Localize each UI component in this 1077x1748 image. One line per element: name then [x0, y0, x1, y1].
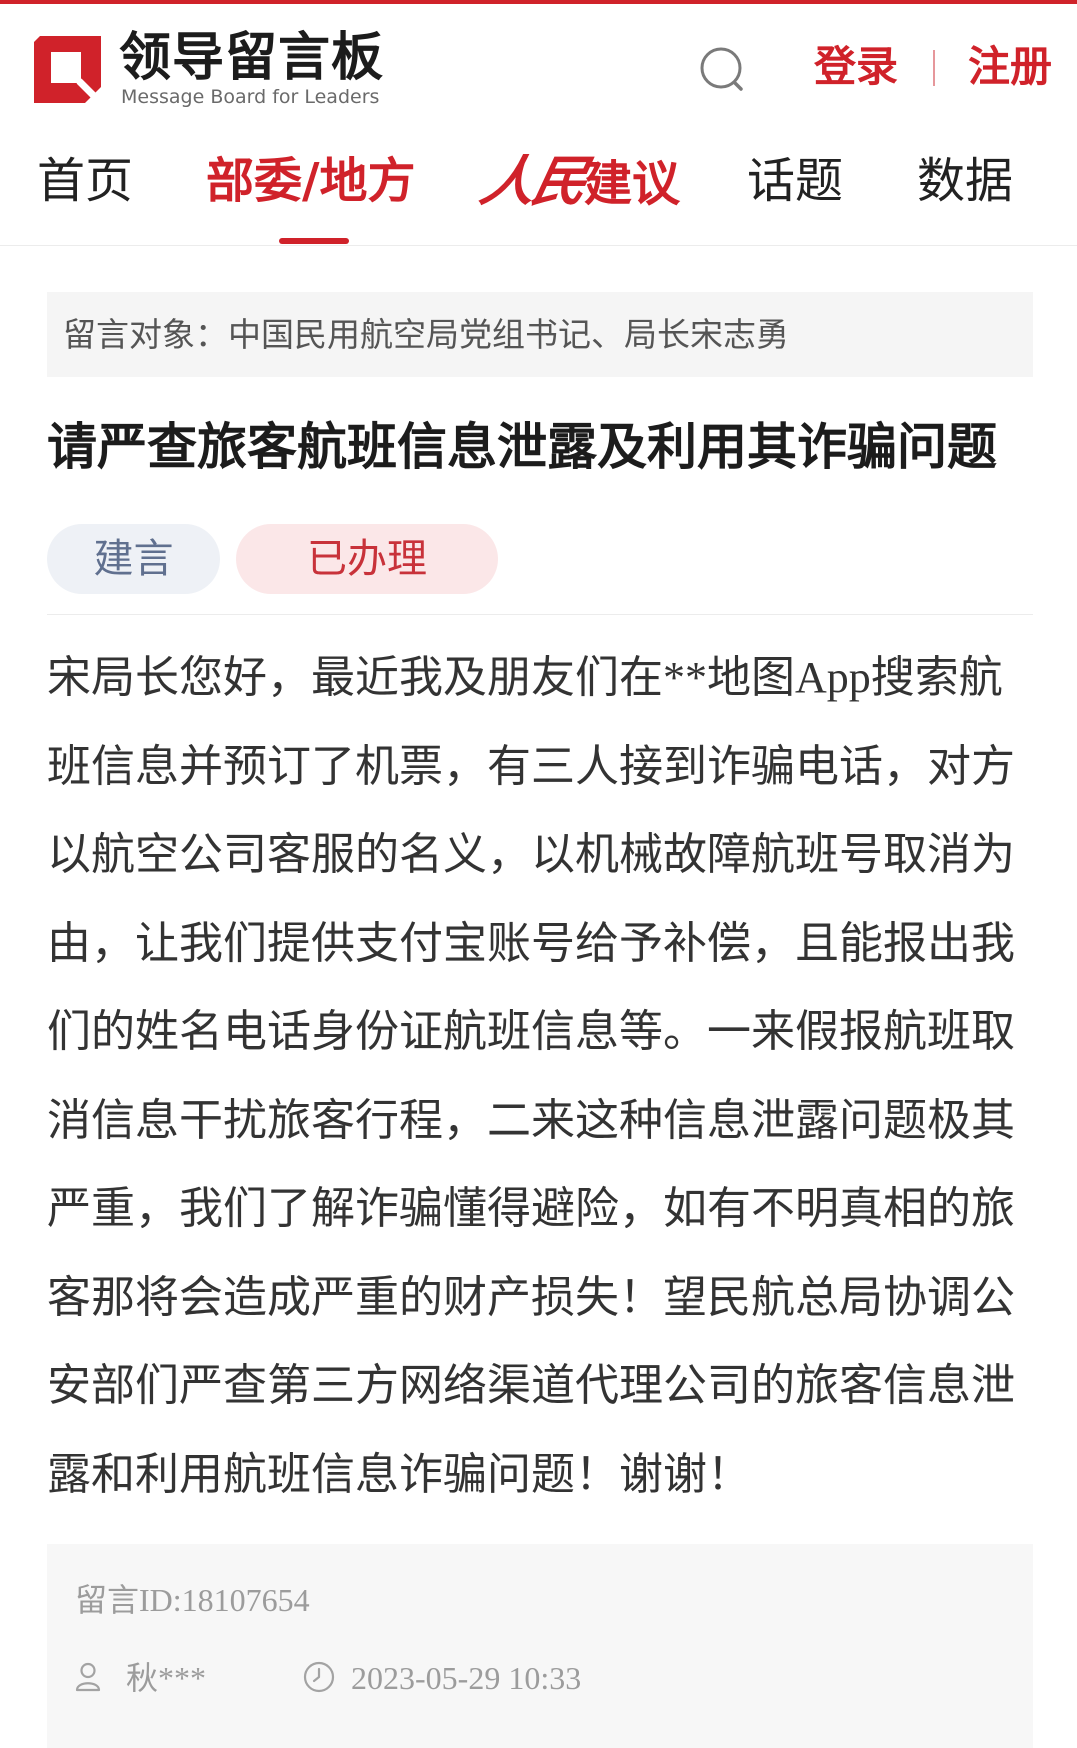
message-body-line: 宋局长您好，最近我及朋友们在**地图App搜索航	[47, 653, 1003, 702]
user-icon	[75, 1662, 101, 1692]
site-logo[interactable]: 领导留言板 Message Board for Leaders	[31, 28, 393, 110]
category-tag: 建言	[47, 524, 220, 594]
message-body-line: 由，让我们提供支付宝账号给予补偿，且能报出我	[47, 918, 1015, 968]
recipient-label: 留言对象：	[63, 315, 228, 354]
message-body: 宋局长您好，最近我及朋友们在**地图App搜索航 班信息并预订了机票，有三人接到…	[47, 634, 1047, 1519]
message-recipient: 留言对象：中国民用航空局党组书记、局长宋志勇	[47, 292, 1033, 377]
message-body-line: 客那将会造成严重的财产损失！望民航总局协调公	[47, 1272, 1015, 1322]
message-body-line: 安部们严查第三方网络渠道代理公司的旅客信息泄	[47, 1361, 1015, 1410]
recipient-value: 中国民用航空局党组书记、局长宋志勇	[228, 315, 789, 354]
message-title: 请严查旅客航班信息泄露及利用其诈骗问题	[47, 418, 997, 476]
nav-item-data[interactable]: 数据	[917, 151, 1013, 211]
post-datetime: 2023-05-29 10:33	[351, 1660, 582, 1696]
nav-item-home[interactable]: 首页	[37, 151, 133, 211]
message-body-line: 严重，我们了解诈骗懂得避险，如有不明真相的旅	[47, 1184, 1015, 1233]
status-badge: 已办理	[236, 524, 498, 594]
message-id-label: 留言ID:	[75, 1582, 182, 1618]
login-link[interactable]: 登录	[814, 41, 898, 93]
message-body-line: 班信息并预订了机票，有三人接到诈骗电话，对方	[47, 741, 1015, 791]
people-brand-script: 人民	[475, 149, 591, 213]
top-accent-bar	[0, 0, 1077, 4]
register-link[interactable]: 注册	[968, 41, 1052, 93]
message-board-logo-icon	[31, 33, 104, 106]
search-button[interactable]	[697, 44, 749, 96]
message-body-line: 露和利用航班信息诈骗问题！谢谢！	[47, 1449, 751, 1499]
content-divider	[47, 614, 1033, 615]
search-icon	[697, 44, 749, 96]
logo-subtitle: Message Board for Leaders	[121, 86, 380, 108]
clock-icon	[303, 1661, 335, 1693]
message-body-line: 以航空公司客服的名义，以机械故障航班号取消为	[47, 830, 1015, 879]
nav-active-indicator	[279, 238, 349, 244]
message-id-value: 18107654	[181, 1582, 310, 1618]
nav-item-topics[interactable]: 话题	[747, 151, 843, 211]
message-body-line: 们的姓名电话身份证航班信息等。一来假报航班取	[47, 1007, 1015, 1056]
author-name: 秋***	[126, 1660, 207, 1696]
suggestions-brand-text: 建议	[584, 156, 681, 212]
main-nav: 首页 部委/地方 人民建议 话题 数据	[0, 140, 1077, 246]
auth-divider	[933, 50, 935, 86]
nav-item-people-suggestions[interactable]: 人民建议	[475, 149, 681, 214]
message-body-line: 消信息干扰旅客行程，二来这种信息泄露问题极其	[47, 1095, 1015, 1145]
message-meta: 留言ID:18107654 秋*** 2023-05-29 10:33	[47, 1544, 1033, 1748]
logo-title: 领导留言板	[119, 28, 385, 88]
nav-item-ministries-local[interactable]: 部委/地方	[206, 151, 416, 211]
message-id: 留言ID:18107654	[75, 1580, 310, 1620]
